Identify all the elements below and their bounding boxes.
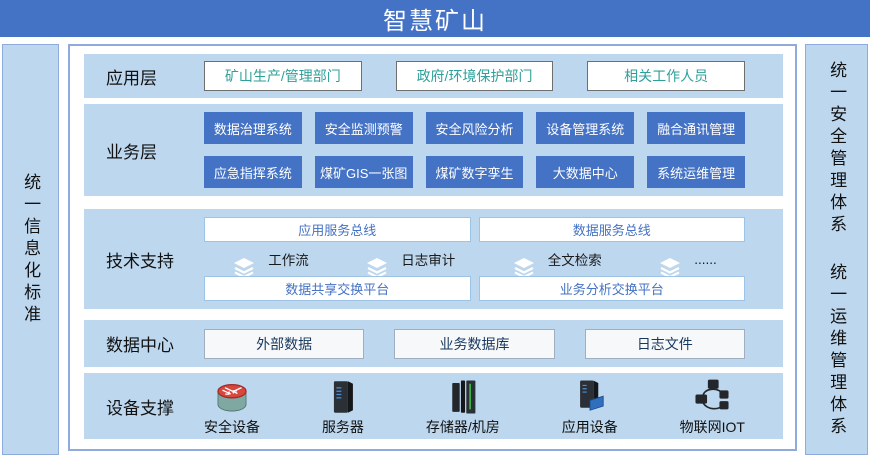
right-sidebar-label-operations: 统一运维管理体系 (826, 263, 847, 439)
application-box: 相关工作人员 (587, 61, 745, 91)
layer-tech-support-label: 技术支持 (84, 209, 204, 309)
middleware-label: 日志审计 (401, 249, 455, 269)
business-system-box: 安全风险分析 (426, 112, 524, 144)
layer-data-center-label: 数据中心 (84, 320, 204, 367)
page-title: 智慧矿山 (383, 1, 487, 36)
layers-icon (365, 239, 389, 279)
application-box: 政府/环境保护部门 (396, 61, 554, 91)
smart-mine-architecture-diagram: 智慧矿山 统一信息化标准 统一安全管理体系 统一运维管理体系 应用层 矿山生产/… (0, 0, 870, 457)
business-system-box: 安全监测预警 (315, 112, 413, 144)
layer-equipment-support: 设备支撑 安全设备 (84, 373, 783, 439)
title-bar: 智慧矿山 (0, 0, 870, 37)
equipment-label: 物联网IOT (680, 417, 745, 437)
equipment-label: 服务器 (322, 417, 364, 437)
left-sidebar-label: 统一信息化标准 (20, 173, 41, 327)
middleware-label: ...... (694, 252, 717, 267)
layer-tech-support: 技术支持 应用服务总线 数据服务总线 工作流 日志审计 (84, 209, 783, 309)
data-store-box: 业务数据库 (394, 329, 554, 359)
layer-business: 业务层 数据治理系统 安全监测预警 安全风险分析 设备管理系统 融合通讯管理 应… (84, 104, 783, 196)
middleware-item: 日志审计 (365, 239, 455, 279)
business-system-box: 大数据中心 (536, 156, 634, 188)
layers-icon (232, 239, 256, 279)
layer-application: 应用层 矿山生产/管理部门 政府/环境保护部门 相关工作人员 (84, 54, 783, 98)
business-system-box: 系统运维管理 (647, 156, 745, 188)
layer-data-center: 数据中心 外部数据 业务数据库 日志文件 (84, 320, 783, 367)
middleware-item: 全文检索 (512, 239, 602, 279)
business-system-box: 煤矿数字孪生 (426, 156, 524, 188)
layer-application-label: 应用层 (84, 54, 204, 98)
equipment-item: 安全设备 (204, 376, 260, 437)
right-sidebar-label-security: 统一安全管理体系 (826, 61, 847, 237)
data-store-box: 日志文件 (585, 329, 745, 359)
middleware-label: 全文检索 (548, 249, 602, 269)
layers-icon (512, 239, 536, 279)
business-system-box: 数据治理系统 (204, 112, 302, 144)
equipment-item: 应用设备 (562, 376, 618, 437)
server-icon (323, 376, 363, 416)
exchange-platform-box: 业务分析交换平台 (479, 276, 746, 301)
right-sidebar-management-systems: 统一安全管理体系 统一运维管理体系 (805, 44, 868, 455)
security-device-icon (211, 376, 253, 416)
application-box: 矿山生产/管理部门 (204, 61, 362, 91)
middleware-item: 工作流 (232, 239, 309, 279)
layers-icon (658, 239, 682, 279)
exchange-platform-box: 数据共享交换平台 (204, 276, 471, 301)
business-system-box: 煤矿GIS一张图 (315, 156, 413, 188)
data-store-box: 外部数据 (204, 329, 364, 359)
equipment-label: 应用设备 (562, 417, 618, 437)
equipment-item: 服务器 (322, 376, 364, 437)
equipment-label: 存储器/机房 (426, 417, 500, 437)
storage-icon (443, 376, 483, 416)
equipment-item: 物联网IOT (680, 376, 745, 437)
equipment-item: 存储器/机房 (426, 376, 500, 437)
middleware-item: ...... (658, 239, 717, 279)
layer-business-label: 业务层 (84, 104, 204, 196)
equipment-label: 安全设备 (204, 417, 260, 437)
application-device-icon (570, 376, 610, 416)
business-system-box: 融合通讯管理 (647, 112, 745, 144)
main-panel: 应用层 矿山生产/管理部门 政府/环境保护部门 相关工作人员 业务层 数据治理系… (68, 44, 797, 451)
middleware-label: 工作流 (268, 249, 309, 269)
business-system-box: 应急指挥系统 (204, 156, 302, 188)
business-system-box: 设备管理系统 (536, 112, 634, 144)
left-sidebar-unified-info-standard: 统一信息化标准 (2, 44, 59, 455)
layer-equipment-support-label: 设备支撑 (84, 373, 204, 439)
iot-icon (691, 376, 733, 416)
